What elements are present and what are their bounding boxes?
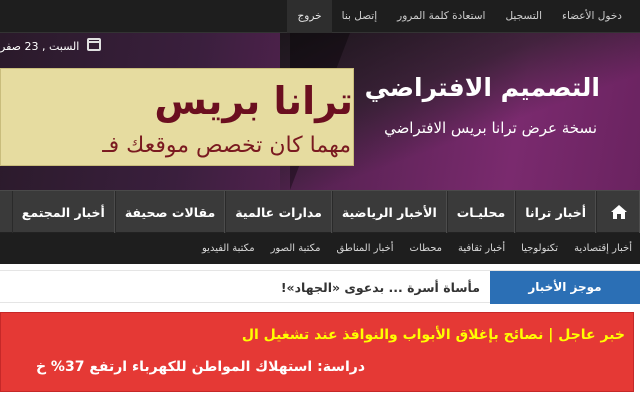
ticker-label: موجز الأخبار <box>490 271 640 304</box>
calendar-icon <box>87 38 101 51</box>
nav-item-local[interactable]: محليـات <box>446 191 516 234</box>
subnav-item-videos[interactable]: مكتبة الفيديو <box>194 233 263 264</box>
subnav-item-photos[interactable]: مكتبة الصور <box>263 233 329 264</box>
register-link[interactable]: التسجيل <box>495 0 552 33</box>
nav-item-tarana-news[interactable]: أخبار ترانا <box>515 191 596 234</box>
site-title[interactable]: التصميم الافتراضي <box>365 73 600 102</box>
news-ticker: موجز الأخبار مأساة أسرة ... بدعوى «الجها… <box>0 270 640 304</box>
header-date: السبت , 23 صفر <box>0 40 80 53</box>
subnav-item-stations[interactable]: محطات <box>402 233 450 264</box>
home-icon <box>611 205 627 219</box>
banner-title: ترانا بريس <box>154 79 353 123</box>
breaking-headline-2[interactable]: دراسة: استهلاك المواطن للكهرباء ارتفع 37… <box>36 359 365 375</box>
advertisement-banner[interactable]: ترانا بريس مهما كان تخصص موقعك فـ <box>0 68 354 166</box>
top-bar: دخول الأعضاء التسجيل استعادة كلمة المرور… <box>0 0 640 33</box>
contact-link[interactable]: إتصل بنا <box>332 0 388 33</box>
subnav-item-culture[interactable]: أخبار ثقافية <box>450 233 513 264</box>
subnav-item-regions[interactable]: أخبار المناطق <box>329 233 402 264</box>
breaking-headline-1[interactable]: نصائح بإغلاق الأبواب والنوافذ عند تشغيل … <box>242 327 543 343</box>
subnav-item-technology[interactable]: تكنولوجيا <box>513 233 566 264</box>
banner-subtitle: مهما كان تخصص موقعك فـ <box>102 133 351 158</box>
breaking-line-1: خبر عاجل | نصائح بإغلاق الأبواب والنوافذ… <box>242 327 625 343</box>
nav-item-articles[interactable]: مقالات صحيفة <box>114 191 226 234</box>
subnav-item-economy[interactable]: أخبار إقتصادية <box>566 233 640 264</box>
main-navigation: أخبار ترانا محليـات الأخبار الرياضية مدا… <box>0 190 640 234</box>
site-subtitle: نسخة عرض ترانا بريس الافتراضي <box>384 119 597 137</box>
logout-link[interactable]: خروج <box>287 0 332 33</box>
top-links: دخول الأعضاء التسجيل استعادة كلمة المرور… <box>287 0 632 33</box>
recover-password-link[interactable]: استعادة كلمة المرور <box>387 0 495 33</box>
nav-item-community[interactable]: أخبار المجتمع <box>11 191 115 234</box>
home-button[interactable] <box>596 191 640 234</box>
nav-item-world[interactable]: مدارات عالمية <box>225 191 332 234</box>
site-header: السبت , 23 صفر التصميم الافتراضي نسخة عر… <box>0 33 640 190</box>
nav-item-sports[interactable]: الأخبار الرياضية <box>331 191 447 234</box>
sub-navigation: أخبار إقتصادية تكنولوجيا أخبار ثقافية مح… <box>0 233 640 264</box>
breaking-news-box: خبر عاجل | نصائح بإغلاق الأبواب والنوافذ… <box>0 312 634 392</box>
login-link[interactable]: دخول الأعضاء <box>552 0 632 33</box>
breaking-label: خبر عاجل | <box>548 327 625 343</box>
ticker-headline[interactable]: مأساة أسرة ... بدعوى «الجهاد»! <box>281 271 480 304</box>
